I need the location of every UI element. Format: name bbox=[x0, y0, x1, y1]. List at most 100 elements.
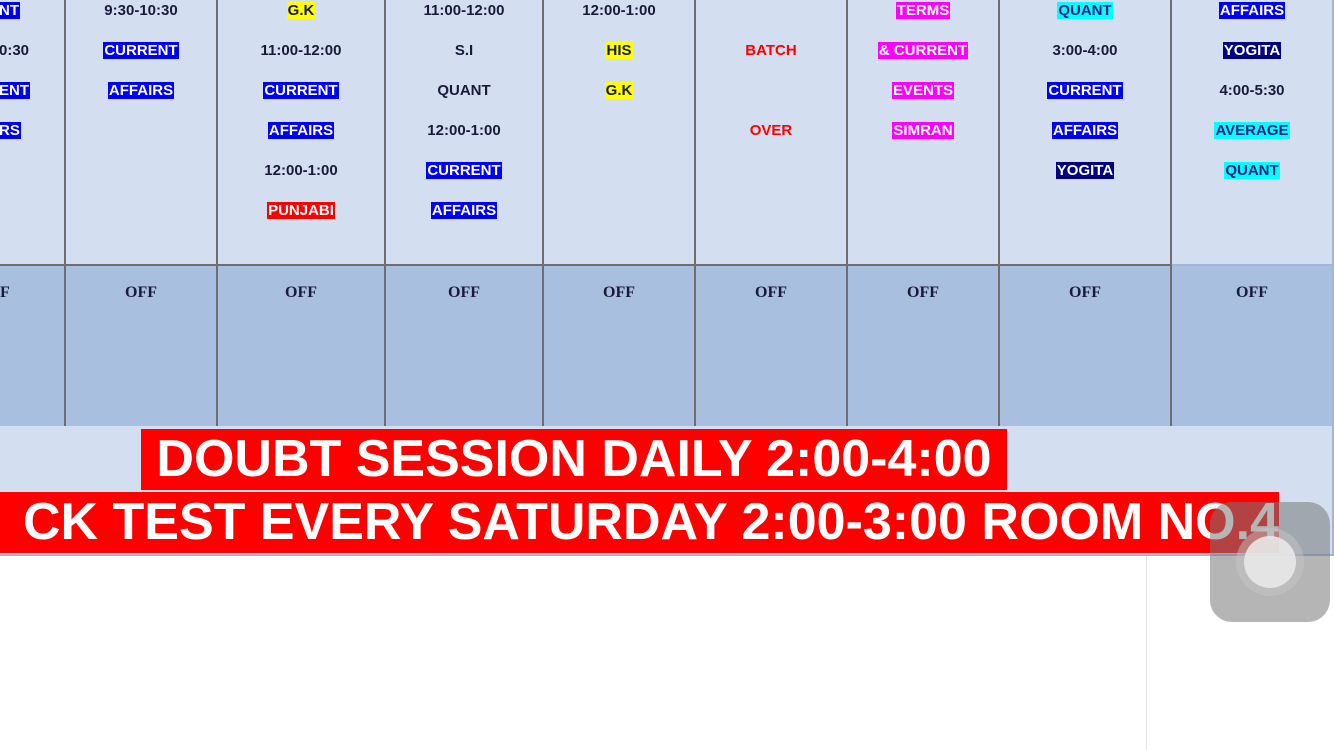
schedule-cell[interactable]: QUANT bbox=[1172, 160, 1332, 182]
schedule-cell[interactable]: YOGITA bbox=[1000, 160, 1170, 182]
off-cell[interactable]: OFF bbox=[66, 264, 218, 426]
schedule-cell-text bbox=[770, 2, 772, 19]
off-label: OFF bbox=[285, 284, 317, 301]
schedule-cell-text: YOGITA bbox=[1222, 42, 1282, 59]
schedule-cell-text: 11:00-12:00 bbox=[423, 2, 505, 19]
schedule-cell-text: QUANT bbox=[437, 82, 491, 99]
schedule-cell[interactable]: 4:00-5:30 bbox=[1172, 80, 1332, 102]
schedule-column: TERMS & CURRENT EVENTS SIMRAN bbox=[848, 0, 1000, 264]
schedule-cell[interactable]: AFFAIRS bbox=[386, 200, 542, 222]
schedule-cell[interactable]: 11:00-12:00 bbox=[218, 40, 384, 62]
schedule-cell[interactable]: 12:00-1:00 bbox=[544, 0, 694, 22]
schedule-cell[interactable]: ENT bbox=[0, 80, 62, 102]
schedule-cell-text: SIMRAN bbox=[892, 122, 954, 139]
mock-test-banner: CK TEST EVERY SATURDAY 2:00-3:00 ROOM NO… bbox=[0, 492, 1279, 553]
schedule-cell-text: 0:30 bbox=[0, 42, 30, 59]
schedule-cell[interactable]: 3:00-4:00 bbox=[1000, 40, 1170, 62]
schedule-cell-text: ENT bbox=[0, 82, 30, 99]
schedule-cell[interactable] bbox=[696, 80, 846, 102]
assistive-touch-icon[interactable] bbox=[1210, 502, 1330, 622]
schedule-cell[interactable]: OVER bbox=[696, 120, 846, 142]
off-cell[interactable]: OFF bbox=[1172, 264, 1334, 426]
schedule-cell[interactable]: CURRENT bbox=[66, 40, 216, 62]
schedule-cell-text: AFFAIRS bbox=[267, 122, 335, 139]
schedule-cell[interactable]: SIMRAN bbox=[848, 120, 998, 142]
schedule-cell[interactable]: AVERAGE bbox=[1172, 120, 1332, 142]
schedule-cell[interactable]: BATCH bbox=[696, 40, 846, 62]
schedule-cell-text: CURRENT bbox=[426, 162, 502, 179]
schedule-cell-text: YOGITA bbox=[1055, 162, 1115, 179]
schedule-cell-text: EVENTS bbox=[891, 82, 954, 99]
schedule-cell-text: CURRENT bbox=[263, 82, 339, 99]
schedule-cell-text: AFFAIRS bbox=[107, 82, 175, 99]
schedule-cell[interactable]: & CURRENT bbox=[848, 40, 998, 62]
schedule-cell[interactable]: AFFAIRS bbox=[1172, 0, 1332, 22]
schedule-cell-text: QUANT bbox=[1057, 2, 1113, 19]
schedule-cell-text: 4:00-5:30 bbox=[1219, 82, 1285, 99]
schedule-cell-text: S.I bbox=[454, 42, 474, 59]
schedule-cell-text: 12:00-1:00 bbox=[582, 2, 656, 19]
schedule-column: 12:00-1:00 HIS G.K bbox=[544, 0, 696, 264]
off-label: OFF bbox=[1069, 284, 1101, 301]
off-cell[interactable]: OFF bbox=[218, 264, 386, 426]
schedule-cell-text: OVER bbox=[749, 122, 793, 139]
schedule-cell-text: AFFAIRS bbox=[1218, 2, 1286, 19]
off-cell[interactable]: OFF bbox=[544, 264, 696, 426]
schedule-cell-text: CURRENT bbox=[103, 42, 179, 59]
schedule-cell-text: AVERAGE bbox=[1214, 122, 1290, 139]
mock-test-banner-text: CK TEST EVERY SATURDAY 2:00-3:00 ROOM NO… bbox=[22, 493, 1279, 551]
schedule-column: QUANT 3:00-4:00 CURRENT AFFAIRS YOGITA bbox=[1000, 0, 1172, 264]
schedule-column: NT 0:30 ENT RS bbox=[0, 0, 66, 264]
off-cell[interactable]: OFF bbox=[696, 264, 848, 426]
schedule-cell[interactable]: PUNJABI bbox=[218, 200, 384, 222]
off-label: OFF bbox=[448, 284, 480, 301]
schedule-cell[interactable]: QUANT bbox=[1000, 0, 1170, 22]
off-cell[interactable]: OFF bbox=[1000, 264, 1172, 426]
schedule-cell[interactable]: G.K bbox=[218, 0, 384, 22]
page-divider bbox=[1146, 556, 1147, 750]
schedule-cell[interactable]: QUANT bbox=[386, 80, 542, 102]
schedule-cell[interactable] bbox=[696, 0, 846, 22]
schedule-cell[interactable]: G.K bbox=[544, 80, 694, 102]
schedule-cell[interactable]: AFFAIRS bbox=[66, 80, 216, 102]
schedule-cell-text: NT bbox=[0, 2, 20, 19]
schedule-cell[interactable]: 12:00-1:00 bbox=[386, 120, 542, 142]
schedule-cell[interactable]: CURRENT bbox=[218, 80, 384, 102]
schedule-cell[interactable]: S.I bbox=[386, 40, 542, 62]
off-label: OFF bbox=[125, 284, 157, 301]
schedule-cell[interactable]: CURRENT bbox=[386, 160, 542, 182]
schedule-cell-text: BATCH bbox=[745, 42, 797, 59]
schedule-cell[interactable]: HIS bbox=[544, 40, 694, 62]
schedule-cell-text: QUANT bbox=[1224, 162, 1280, 179]
schedule-cell[interactable]: AFFAIRS bbox=[218, 120, 384, 142]
schedule-cell-text: CURRENT bbox=[1047, 82, 1123, 99]
schedule-cell[interactable]: AFFAIRS bbox=[1000, 120, 1170, 142]
schedule-cell[interactable]: RS bbox=[0, 120, 62, 142]
schedule-cell-text bbox=[770, 82, 772, 99]
schedule-cell-text: 12:00-1:00 bbox=[264, 162, 338, 179]
schedule-cell-text: 9:30-10:30 bbox=[104, 2, 178, 19]
off-label: OFF bbox=[1236, 284, 1268, 301]
schedule-cell[interactable]: 12:00-1:00 bbox=[218, 160, 384, 182]
off-cell[interactable]: OFF bbox=[848, 264, 1000, 426]
schedule-cell[interactable]: 11:00-12:00 bbox=[386, 0, 542, 22]
schedule-cell-text: G.K bbox=[286, 2, 316, 19]
schedule-cell-text: PUNJABI bbox=[267, 202, 335, 219]
schedule-cell[interactable]: EVENTS bbox=[848, 80, 998, 102]
schedule-cell[interactable]: 0:30 bbox=[0, 40, 62, 62]
timetable-sheet: NT 0:30 ENT RS 9:30-10:30 CURRENT AFFAIRS G.K 11… bbox=[0, 0, 1334, 750]
schedule-cell-text: HIS bbox=[605, 42, 633, 59]
schedule-cell-text: 12:00-1:00 bbox=[427, 122, 501, 139]
off-cell[interactable]: F bbox=[0, 264, 66, 426]
schedule-cell-text: & CURRENT bbox=[877, 42, 969, 59]
schedule-cell-text: G.K bbox=[604, 82, 634, 99]
assistive-touch-inner-dot bbox=[1244, 536, 1296, 588]
schedule-cell[interactable]: NT bbox=[0, 0, 62, 22]
schedule-cell[interactable]: CURRENT bbox=[1000, 80, 1170, 102]
schedule-cell[interactable]: YOGITA bbox=[1172, 40, 1332, 62]
off-cell[interactable]: OFF bbox=[386, 264, 544, 426]
schedule-column: 9:30-10:30 CURRENT AFFAIRS bbox=[66, 0, 218, 264]
schedule-cell[interactable]: 9:30-10:30 bbox=[66, 0, 216, 22]
schedule-cell[interactable]: TERMS bbox=[848, 0, 998, 22]
schedule-cell-text: TERMS bbox=[895, 2, 951, 19]
